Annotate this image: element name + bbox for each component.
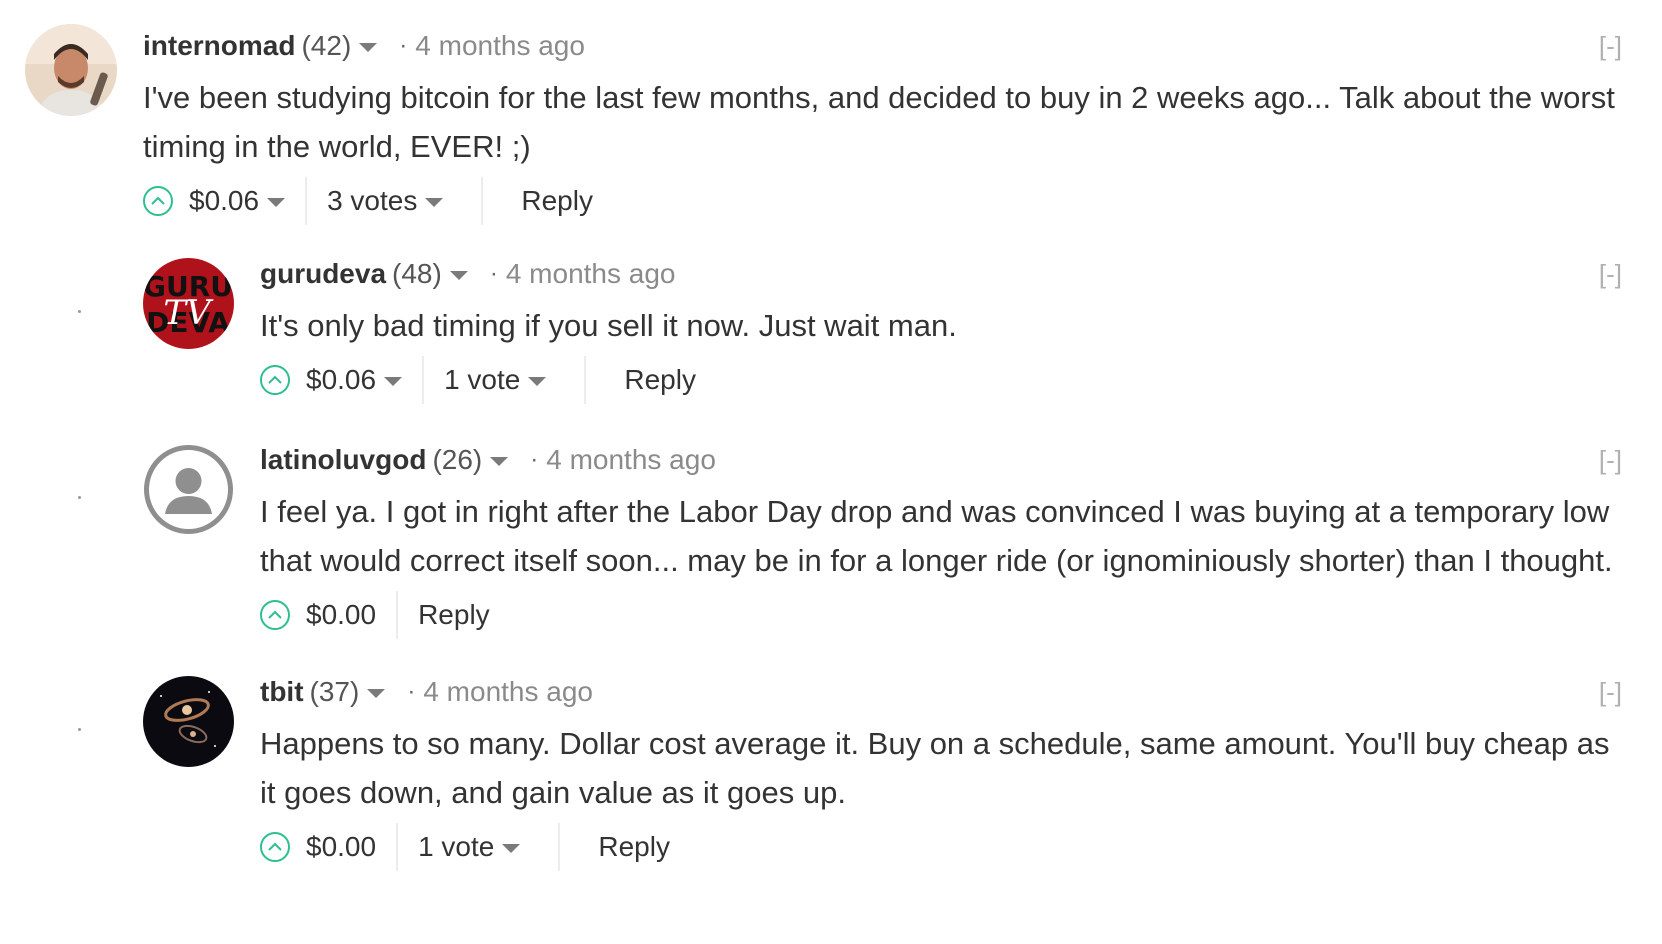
avatar[interactable]: GURU DEVA TV (143, 258, 234, 349)
chevron-down-icon (502, 843, 521, 853)
upvote-button[interactable] (260, 365, 290, 395)
divider (481, 177, 484, 225)
chevron-up-icon (268, 375, 282, 384)
thread-indicator (78, 310, 81, 313)
comment-body: tbit (37) · 4 months ago [-] Happens to … (260, 668, 1622, 877)
payout-value: $0.00 (306, 831, 377, 862)
reply-link[interactable]: Reply (521, 185, 593, 217)
timestamp[interactable]: 4 months ago (546, 444, 716, 476)
upvote-button[interactable] (260, 832, 290, 862)
author-name[interactable]: latinoluvgod (260, 444, 426, 476)
divider (396, 591, 399, 639)
comment-meta: internomad (42) · 4 months ago (143, 22, 1622, 70)
divider (558, 823, 561, 871)
collapse-toggle[interactable]: [-] (1599, 22, 1622, 70)
divider (305, 177, 308, 225)
payout-value: $0.06 (306, 364, 377, 395)
separator-dot: · (407, 678, 416, 705)
payout-value: $0.06 (189, 185, 260, 216)
author-reputation: (48) (392, 258, 442, 289)
payout[interactable]: $0.00 (306, 599, 376, 631)
reply-link[interactable]: Reply (624, 364, 696, 396)
collapse-toggle[interactable]: [-] (1599, 668, 1622, 716)
avatar-logo-text: TV (163, 293, 214, 333)
comment-meta: gurudeva (48) · 4 months ago (260, 250, 1622, 298)
comment-footer: $0.00 1 vote Reply (260, 817, 1622, 877)
comment-footer: $0.00 Reply (260, 585, 1622, 645)
avatar[interactable] (143, 676, 234, 767)
author-name[interactable]: internomad (143, 30, 295, 62)
comment-body: gurudeva (48) · 4 months ago [-] It's on… (260, 250, 1622, 410)
timestamp[interactable]: 4 months ago (506, 258, 676, 290)
chevron-down-icon[interactable] (359, 42, 378, 52)
votes[interactable]: 1 vote (418, 831, 521, 863)
divider (422, 356, 425, 404)
comment-text: I feel ya. I got in right after the Labo… (260, 494, 1613, 578)
upvote-button[interactable] (260, 600, 290, 630)
thread-indicator (78, 496, 81, 499)
chevron-down-icon (384, 376, 403, 386)
timestamp[interactable]: 4 months ago (423, 676, 593, 708)
chevron-down-icon (267, 197, 286, 207)
comment-thread: internomad (42) · 4 months ago [-] I've … (0, 0, 1662, 944)
comment-meta: latinoluvgod (26) · 4 months ago (260, 436, 1622, 484)
separator-dot: · (489, 260, 498, 287)
payout-value: $0.00 (306, 599, 377, 630)
default-user-icon (144, 445, 233, 534)
votes[interactable]: 3 votes (327, 185, 444, 217)
reply-link[interactable]: Reply (598, 831, 670, 863)
comment-body: latinoluvgod (26) · 4 months ago [-] I f… (260, 436, 1622, 645)
guru-deva-tv-logo-icon: GURU DEVA TV (143, 258, 234, 349)
comment-body: internomad (42) · 4 months ago [-] I've … (143, 22, 1622, 231)
timestamp[interactable]: 4 months ago (415, 30, 585, 62)
author-reputation: (42) (301, 30, 352, 61)
payout[interactable]: $0.06 (306, 364, 403, 396)
chevron-up-icon (151, 196, 165, 205)
author-name[interactable]: tbit (260, 676, 304, 708)
comment-text: I've been studying bitcoin for the last … (143, 80, 1615, 164)
comment-footer: $0.06 3 votes Reply (143, 171, 1622, 231)
comment-footer: $0.06 1 vote Reply (260, 350, 1622, 410)
thread-indicator (78, 728, 81, 731)
votes-count: 1 vote (418, 831, 495, 862)
avatar[interactable] (25, 24, 117, 116)
comment-meta: tbit (37) · 4 months ago (260, 668, 1622, 716)
galaxy-icon (143, 676, 234, 767)
payout[interactable]: $0.06 (189, 185, 286, 217)
payout[interactable]: $0.00 (306, 831, 376, 863)
votes-count: 1 vote (444, 364, 521, 395)
upvote-button[interactable] (143, 186, 173, 216)
divider (584, 356, 587, 404)
collapse-toggle[interactable]: [-] (1599, 436, 1622, 484)
author-reputation: (26) (432, 444, 483, 475)
chevron-down-icon (425, 197, 444, 207)
chevron-down-icon[interactable] (449, 270, 468, 280)
chevron-up-icon (268, 610, 282, 619)
avatar[interactable] (143, 444, 234, 535)
comment-text: It's only bad timing if you sell it now.… (260, 308, 957, 343)
author-reputation: (37) (309, 676, 360, 707)
author-name[interactable]: gurudeva (260, 258, 386, 290)
votes[interactable]: 1 vote (444, 364, 547, 396)
chevron-down-icon (528, 376, 547, 386)
votes-count: 3 votes (327, 185, 418, 216)
comment-text: Happens to so many. Dollar cost average … (260, 726, 1610, 810)
chevron-down-icon[interactable] (367, 688, 386, 698)
profile-photo-icon (25, 24, 117, 116)
divider (396, 823, 399, 871)
chevron-down-icon[interactable] (490, 456, 509, 466)
reply-link[interactable]: Reply (418, 599, 490, 631)
separator-dot: · (399, 32, 408, 59)
collapse-toggle[interactable]: [-] (1599, 250, 1622, 298)
separator-dot: · (530, 446, 539, 473)
chevron-up-icon (268, 842, 282, 851)
